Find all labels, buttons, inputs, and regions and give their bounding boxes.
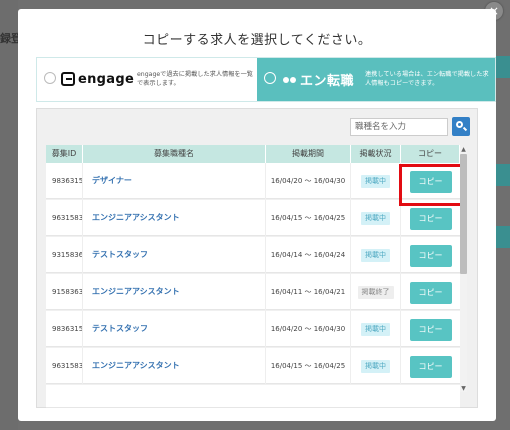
source-radio-engage[interactable] — [44, 72, 56, 84]
table-row: 9158363 エンジニアアシスタント 16/04/11 ～ 16/04/21 … — [46, 274, 460, 310]
status-badge: 掲載中 — [361, 249, 390, 262]
job-name-link[interactable]: デザイナー — [83, 163, 266, 199]
job-title-search-input[interactable] — [350, 118, 448, 136]
table-row — [46, 385, 460, 408]
status-badge: 掲載中 — [361, 360, 390, 373]
job-period: 16/04/15 ～ 16/04/25 — [266, 348, 351, 384]
job-period: 16/04/20 ～ 16/04/30 — [266, 163, 351, 199]
status-badge: 掲載終了 — [357, 286, 394, 299]
job-id: 9836315 — [46, 163, 83, 199]
job-name-link[interactable]: エンジニアアシスタント — [83, 200, 266, 236]
source-description-engage: engageで過去に掲載した求人情報を一覧で表示します。 — [137, 71, 253, 87]
engage-logo-icon: engage — [61, 69, 134, 89]
table-row: 9836315 テストスタッフ 16/04/20 ～ 16/04/30 掲載中 … — [46, 311, 460, 347]
en-tenshoku-logo-text: エン転職 — [300, 74, 355, 89]
table-row: 9631583 エンジニアアシスタント 16/04/15 ～ 16/04/25 … — [46, 200, 460, 236]
status-badge: 掲載中 — [361, 212, 390, 225]
en-eyes-icon — [283, 76, 296, 83]
en-tenshoku-logo-icon: エン転職 — [283, 70, 354, 89]
source-option-engage[interactable]: engage engageで過去に掲載した求人情報を一覧で表示します。 — [37, 58, 257, 101]
header-period: 掲載期間 — [266, 145, 351, 163]
background-band — [496, 56, 510, 78]
copy-button[interactable]: コピー — [409, 244, 452, 267]
background-page — [0, 0, 18, 430]
modal-title: コピーする求人を選択してください。 — [142, 33, 372, 48]
job-id: 9158363 — [46, 274, 83, 310]
search-button[interactable] — [452, 117, 470, 136]
table-row: 9836315 デザイナー 16/04/20 ～ 16/04/30 掲載中 コピ… — [46, 163, 460, 199]
copy-button[interactable]: コピー — [409, 281, 452, 304]
job-name-link[interactable]: テストスタッフ — [83, 311, 266, 347]
copy-button-highlight — [399, 164, 463, 206]
copy-button[interactable]: コピー — [409, 318, 452, 341]
status-badge: 掲載中 — [361, 323, 390, 336]
header-copy: コピー — [401, 145, 460, 163]
job-name-link[interactable]: エンジニアアシスタント — [83, 274, 266, 310]
source-radio-entenshoku[interactable] — [264, 72, 276, 84]
header-id: 募集ID — [46, 145, 83, 163]
scrollbar-thumb[interactable] — [460, 154, 467, 274]
job-id: 9631583 — [46, 200, 83, 236]
job-id: 9836315 — [46, 311, 83, 347]
copy-button[interactable]: コピー — [409, 355, 452, 378]
background-band — [496, 164, 510, 186]
source-selector: engage engageで過去に掲載した求人情報を一覧で表示します。 エン転職… — [36, 57, 496, 102]
job-period: 16/04/11 ～ 16/04/21 — [266, 274, 351, 310]
job-period: 16/04/20 ～ 16/04/30 — [266, 311, 351, 347]
header-name: 募集職種名 — [83, 145, 266, 163]
table-header: 募集ID 募集職種名 掲載期間 掲載状況 コピー — [46, 145, 460, 163]
engage-logo-text: engage — [78, 71, 135, 87]
copy-button[interactable]: コピー — [409, 207, 452, 230]
scroll-down-arrow-icon[interactable]: ▼ — [460, 386, 467, 392]
job-id: 9631583 — [46, 348, 83, 384]
source-description-entenshoku: 連携している場合は、エン転職で掲載した求人情報もコピーできます。 — [365, 71, 489, 87]
job-id: 9315836 — [46, 237, 83, 273]
job-name-link[interactable]: エンジニアアシスタント — [83, 348, 266, 384]
source-option-entenshoku[interactable]: エン転職 連携している場合は、エン転職で掲載した求人情報もコピーできます。 — [257, 58, 495, 101]
scroll-up-arrow-icon[interactable]: ▲ — [460, 147, 467, 153]
job-period: 16/04/15 ～ 16/04/25 — [266, 200, 351, 236]
header-status: 掲載状況 — [351, 145, 401, 163]
engage-mark-icon — [61, 72, 75, 86]
job-list-panel: 募集ID 募集職種名 掲載期間 掲載状況 コピー 9836315 デザイナー 1… — [36, 108, 478, 408]
job-name-link[interactable]: テストスタッフ — [83, 237, 266, 273]
table-row: 9315836 テストスタッフ 16/04/14 ～ 16/04/24 掲載中 … — [46, 237, 460, 273]
status-badge: 掲載中 — [361, 175, 390, 188]
background-band — [496, 226, 510, 248]
job-period: 16/04/14 ～ 16/04/24 — [266, 237, 351, 273]
table-row: 9631583 エンジニアアシスタント 16/04/15 ～ 16/04/25 … — [46, 348, 460, 384]
